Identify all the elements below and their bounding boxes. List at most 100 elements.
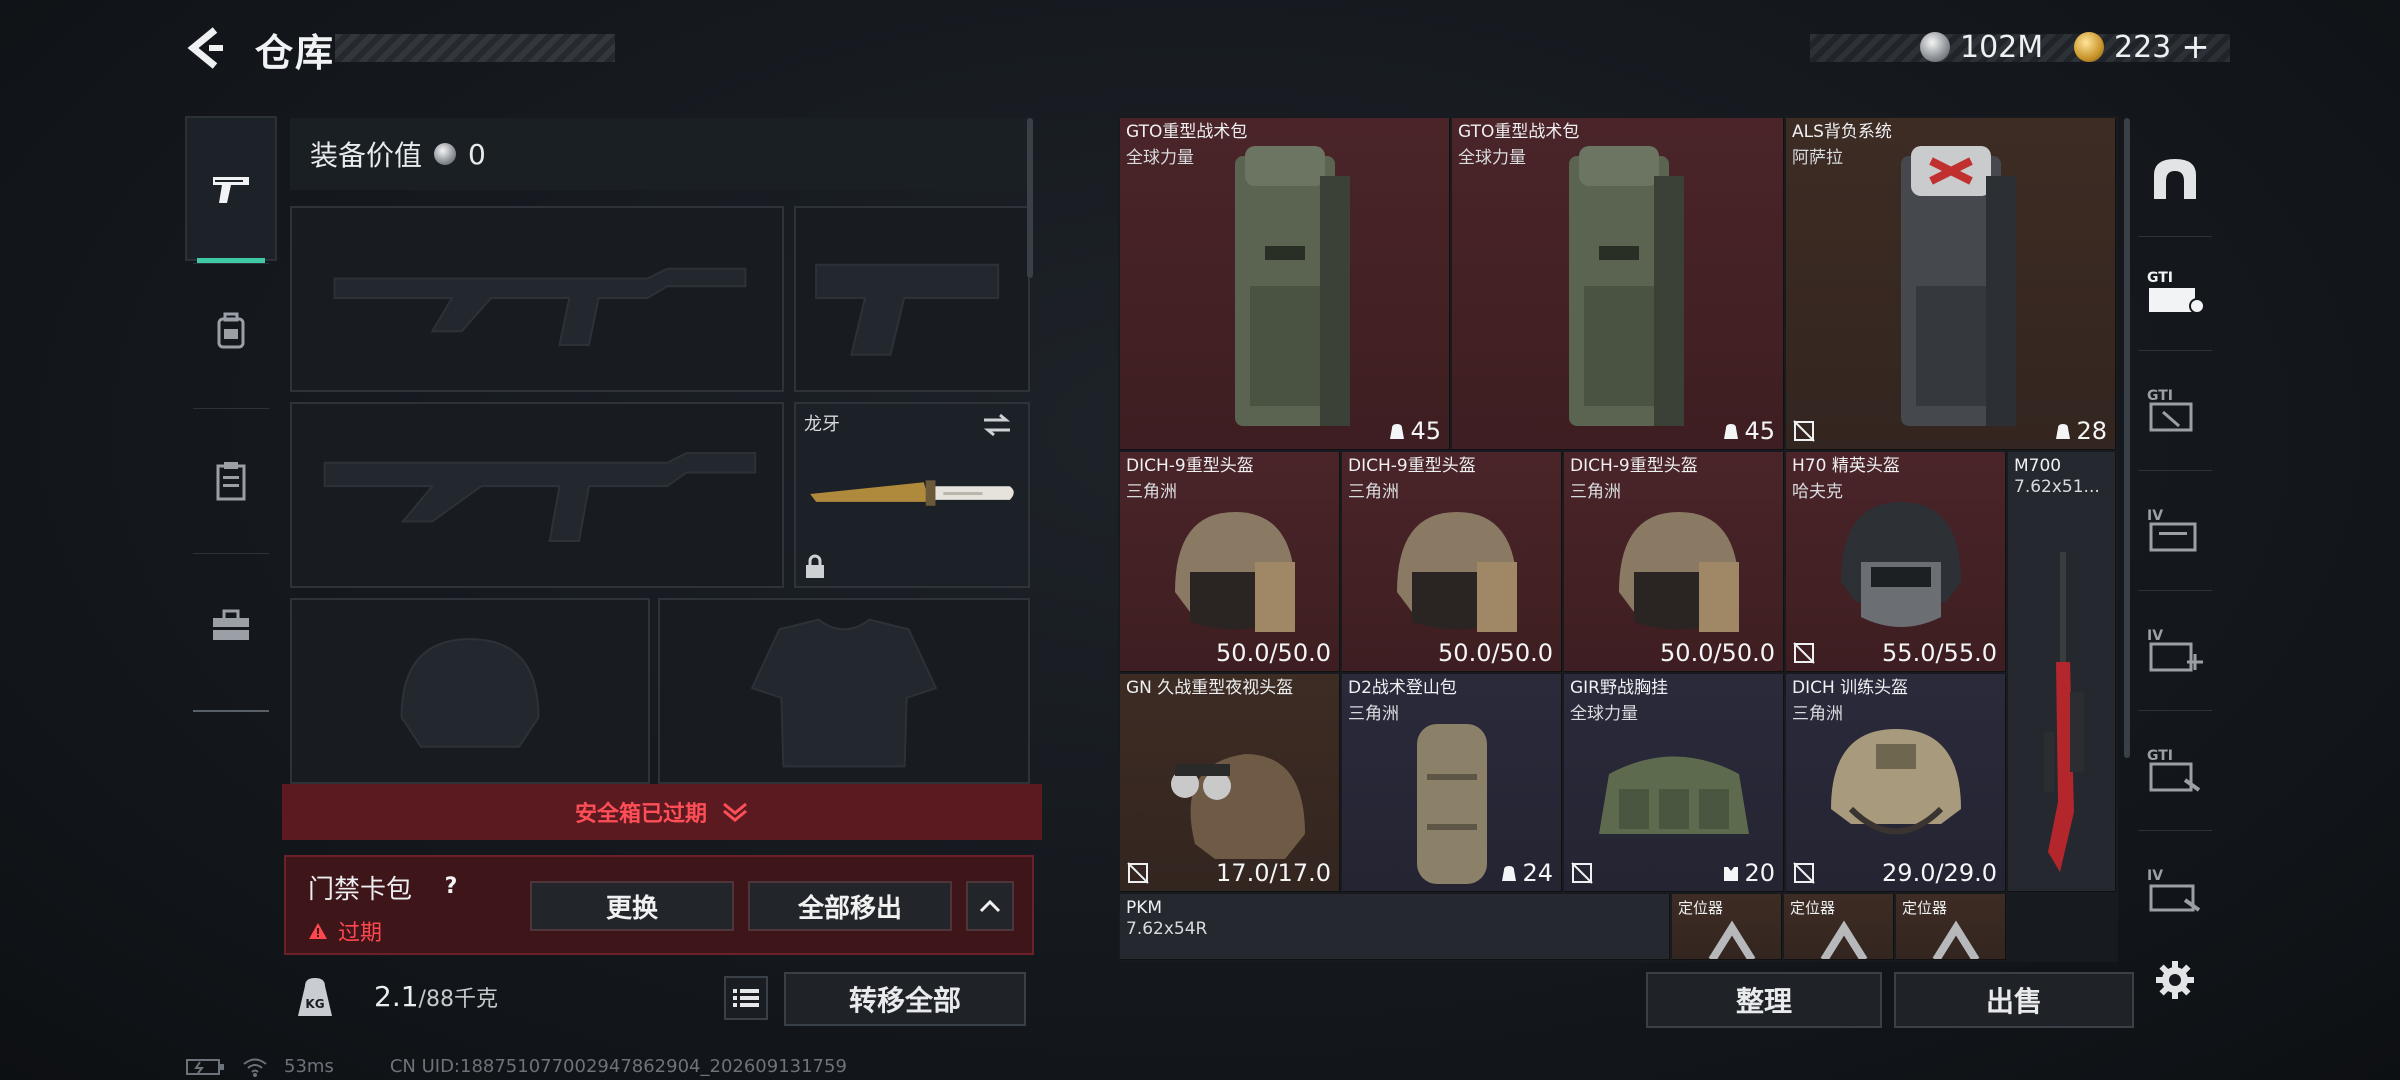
no-insure-icon — [1793, 420, 1815, 442]
container-tab-label: GTI — [2147, 748, 2173, 764]
storage-item[interactable]: H70 精英头盔 哈夫克 55.0/55.0 — [1786, 452, 2006, 672]
item-name: 定位器 — [1790, 899, 1836, 917]
ping-value: 53ms — [284, 1056, 334, 1077]
collapse-button[interactable] — [966, 881, 1014, 931]
sidearm-slot[interactable] — [794, 206, 1030, 392]
list-view-button[interactable] — [724, 976, 768, 1020]
tab-weapons[interactable] — [185, 116, 277, 263]
pistol-silhouette-icon — [815, 263, 1000, 356]
chest-rig-art — [1599, 756, 1749, 834]
helmet-slot[interactable] — [290, 598, 650, 784]
back-button[interactable] — [180, 22, 230, 74]
toolbox-icon — [213, 609, 249, 640]
primary-weapon-slot[interactable] — [290, 206, 784, 392]
storage-item[interactable]: M700 7.62x51... — [2008, 452, 2116, 892]
item-capacity: 28 — [2054, 417, 2107, 445]
container-tab-gti-3[interactable]: GTI — [2140, 730, 2210, 810]
storage-item[interactable]: 定位器 — [1784, 894, 1894, 960]
backpack-art — [1235, 146, 1350, 426]
sell-button[interactable]: 出售 — [1894, 972, 2134, 1028]
body-armor-slot[interactable] — [658, 598, 1030, 784]
container-tab-gti-1[interactable]: GTI — [2140, 252, 2210, 332]
tab-equipment[interactable] — [185, 408, 277, 553]
replace-button[interactable]: 更换 — [530, 881, 734, 931]
storage-grid: GTO重型战术包 全球力量 45 GTO重型战术包 全球力量 45 ALS背负系… — [1118, 116, 2118, 962]
loadout-scrollbar[interactable] — [1027, 118, 1033, 278]
storage-item[interactable]: D2战术登山包 三角洲 24 — [1342, 674, 1562, 892]
storage-item[interactable]: GTO重型战术包 全球力量 45 — [1120, 118, 1450, 450]
sort-button[interactable]: 整理 — [1646, 972, 1882, 1028]
capacity-icon — [1502, 866, 1517, 881]
container-tab-iv-2[interactable]: IV — [2140, 610, 2210, 690]
melee-slot[interactable]: 龙牙 — [794, 402, 1030, 588]
keycard-bag-status: 过期 — [308, 915, 382, 947]
item-name: GN 久战重型夜视头盔 — [1126, 678, 1294, 698]
storage-item[interactable]: 定位器 — [1896, 894, 2006, 960]
item-durability: 50.0/50.0 — [1438, 639, 1553, 667]
add-currency-button[interactable]: + — [2181, 27, 2210, 67]
locator-art — [1820, 920, 1868, 959]
backpack-art — [1901, 146, 2016, 426]
rifle-silhouette-icon — [323, 451, 757, 542]
item-name: M700 — [2014, 456, 2062, 476]
storage-scrollbar[interactable] — [2124, 118, 2130, 758]
container-tab-label: GTI — [2147, 388, 2173, 404]
storage-item[interactable]: GN 久战重型夜视头盔 17.0/17.0 — [1120, 674, 1340, 892]
weight-bar: KG 2.1/88千克 转移全部 — [282, 964, 1038, 1030]
item-name: DICH 训练头盔 — [1792, 678, 1909, 698]
item-faction: 哈夫克 — [1792, 482, 1843, 502]
helmet-art — [1831, 729, 1961, 835]
loadout-panel: 装备价值 0 龙牙 — [282, 112, 1038, 784]
storage-item[interactable]: GTO重型战术包 全球力量 45 — [1452, 118, 1784, 450]
item-name: DICH-9重型头盔 — [1570, 456, 1698, 476]
item-name: ALS背负系统 — [1792, 122, 1892, 142]
gold-currency[interactable]: 223 + — [2074, 24, 2210, 70]
backpack-art — [1569, 146, 1684, 426]
loadout-category-tabs — [185, 108, 277, 713]
container-tab-label: IV — [2147, 628, 2163, 644]
secondary-weapon-slot[interactable] — [290, 402, 784, 588]
weight-icon-text: KG — [305, 997, 324, 1011]
keycard-bag-panel: 门禁卡包 ? 过期 更换 全部移出 — [284, 855, 1034, 955]
tab-tools[interactable] — [185, 553, 277, 698]
settings-button[interactable] — [2140, 940, 2210, 1020]
silver-currency[interactable]: 102M — [1920, 24, 2043, 70]
container-tab-gti-2[interactable]: GTI — [2140, 370, 2210, 450]
storage-item[interactable]: DICH-9重型头盔 三角洲 50.0/50.0 — [1342, 452, 1562, 672]
weight-icon: KG — [292, 974, 338, 1020]
transfer-all-button[interactable]: 转移全部 — [784, 972, 1026, 1026]
storage-item[interactable]: DICH-9重型头盔 三角洲 50.0/50.0 — [1564, 452, 1784, 672]
iv-medkit-icon: IV — [2147, 628, 2203, 672]
container-tab-vault[interactable] — [2140, 138, 2210, 218]
weight-value: 2.1 — [374, 980, 419, 1013]
container-tab-iv-3[interactable]: IV — [2140, 850, 2210, 930]
storage-item[interactable]: GIR野战胸挂 全球力量 20 — [1564, 674, 1784, 892]
swap-icon[interactable] — [982, 412, 1012, 438]
no-insure-icon — [1127, 862, 1149, 884]
safebox-expired-bar[interactable]: 安全箱已过期 — [282, 784, 1042, 840]
storage-item[interactable]: 定位器 — [1672, 894, 1782, 960]
no-insure-icon — [1793, 642, 1815, 664]
equip-value-amount: 0 — [468, 137, 486, 171]
weight-readout: 2.1/88千克 — [374, 980, 498, 1013]
wifi-icon — [243, 1058, 267, 1077]
armor-silhouette-icon — [750, 618, 938, 768]
item-durability: 29.0/29.0 — [1882, 859, 1997, 887]
container-tab-iv-1[interactable]: IV — [2140, 490, 2210, 570]
storage-item[interactable]: PKM 7.62x54R — [1120, 894, 1670, 960]
item-durability: 17.0/17.0 — [1216, 859, 1331, 887]
helmet-art — [1397, 512, 1517, 632]
settings-gear-icon — [2156, 961, 2194, 999]
help-button[interactable]: ? — [436, 871, 466, 901]
storage-item[interactable]: ALS背负系统 阿萨拉 28 — [1786, 118, 2116, 450]
item-faction: 三角洲 — [1348, 704, 1399, 724]
tab-gear[interactable] — [185, 258, 277, 403]
weight-capacity: /88千克 — [418, 987, 498, 1012]
keycard-bag-title: 门禁卡包 — [308, 875, 413, 905]
remove-all-button[interactable]: 全部移出 — [748, 881, 952, 931]
storage-item[interactable]: DICH-9重型头盔 三角洲 50.0/50.0 — [1120, 452, 1340, 672]
no-insure-icon — [1571, 862, 1593, 884]
item-name: H70 精英头盔 — [1792, 456, 1900, 476]
helmet-art — [1841, 502, 1961, 627]
storage-item[interactable]: DICH 训练头盔 三角洲 29.0/29.0 — [1786, 674, 2006, 892]
